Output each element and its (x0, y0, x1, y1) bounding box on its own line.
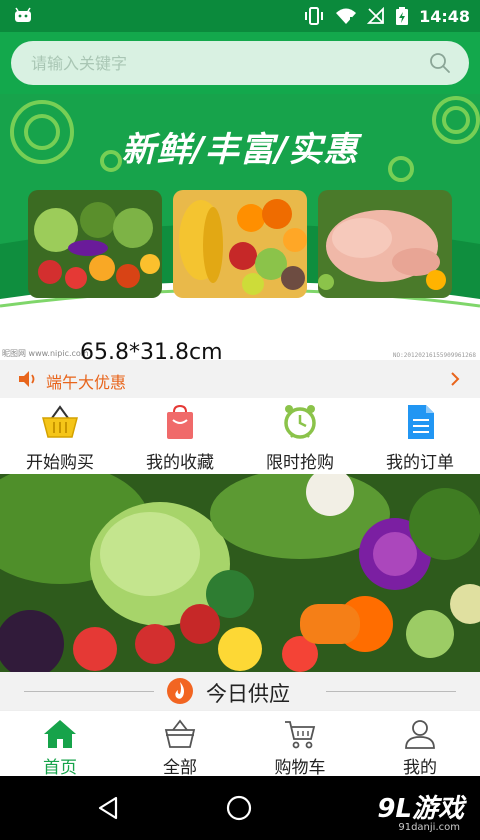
nav-mine[interactable]: 我的 (360, 711, 480, 778)
quick-menu-label: 我的订单 (386, 453, 454, 473)
image-caption-strip: 昵图网 www.nipic.com 65.8*31.8cm NO:2012021… (0, 320, 480, 360)
basket-icon (42, 405, 78, 438)
divider-line (24, 691, 154, 692)
quick-menu-start-shopping[interactable]: 开始购买 (0, 398, 120, 474)
quick-menu-label: 限时抢购 (266, 453, 334, 473)
nav-cart[interactable]: 购物车 (240, 711, 360, 778)
quick-menu-label: 开始购买 (26, 453, 94, 473)
today-supply-title: 今日供应 (206, 682, 290, 706)
wifi-icon (336, 8, 357, 24)
vegetables-photo (28, 190, 162, 298)
home-icon (44, 720, 76, 748)
promo-banner[interactable]: 新鲜/丰富/实惠 (0, 94, 480, 320)
system-navigation-bar: 9L游戏 91danji.com (0, 776, 480, 840)
chicken-photo (318, 190, 452, 298)
back-icon[interactable] (96, 796, 120, 820)
fruits-photo (173, 190, 307, 298)
nav-label: 购物车 (274, 758, 326, 778)
caption-watermark: 昵图网 www.nipic.com (2, 349, 89, 358)
cart-icon (285, 721, 316, 749)
status-time: 14:48 (419, 6, 470, 26)
nav-label: 全部 (163, 758, 197, 778)
vibrate-icon (305, 7, 324, 25)
status-bar: 14:48 (0, 0, 480, 32)
flame-icon (167, 678, 193, 704)
watermark-logo: 9L游戏 (377, 794, 464, 824)
speaker-icon (19, 371, 35, 387)
home-circle-icon[interactable] (226, 795, 252, 821)
document-icon (408, 405, 434, 439)
search-header (0, 32, 480, 94)
android-icon (15, 7, 31, 22)
quick-menu-flash-sale[interactable]: 限时抢购 (240, 398, 360, 474)
search-input[interactable] (31, 41, 411, 85)
chevron-right-icon[interactable] (450, 371, 460, 387)
bag-icon (167, 404, 193, 439)
quick-menu-my-orders[interactable]: 我的订单 (360, 398, 480, 474)
search-box[interactable] (11, 41, 469, 85)
banner-title: 新鲜/丰富/实惠 (121, 130, 359, 170)
nav-label: 首页 (43, 758, 77, 778)
app-screen: 14:48 新鲜/丰富/实惠 (0, 0, 480, 840)
nav-label: 我的 (403, 758, 437, 778)
promo-bar[interactable]: 端午大优惠 (0, 360, 480, 398)
no-signal-icon (367, 7, 384, 24)
watermark-url: 91danji.com (398, 822, 460, 833)
search-icon[interactable] (429, 52, 451, 74)
caption-id: NO:20120216155909961268 (392, 352, 476, 359)
battery-charging-icon (396, 7, 409, 25)
status-icons: 14:48 (303, 0, 470, 32)
caption-size: 65.8*31.8cm (80, 340, 223, 360)
promo-text: 端午大优惠 (46, 373, 127, 392)
quick-menu-label: 我的收藏 (146, 453, 214, 473)
nav-home[interactable]: 首页 (0, 711, 120, 778)
bottom-navigation: 首页 全部 购物车 我的 (0, 710, 480, 778)
quick-menu: 开始购买 我的收藏 限时抢购 我的订单 (0, 398, 480, 474)
divider-line (326, 691, 456, 692)
basket-outline-icon (164, 719, 196, 748)
nav-all[interactable]: 全部 (120, 711, 240, 778)
today-supply-header: 今日供应 (0, 672, 480, 710)
alarm-clock-icon (284, 405, 316, 439)
quick-menu-favorites[interactable]: 我的收藏 (120, 398, 240, 474)
user-icon (405, 720, 435, 749)
vegetables-showcase-image[interactable] (0, 474, 480, 672)
